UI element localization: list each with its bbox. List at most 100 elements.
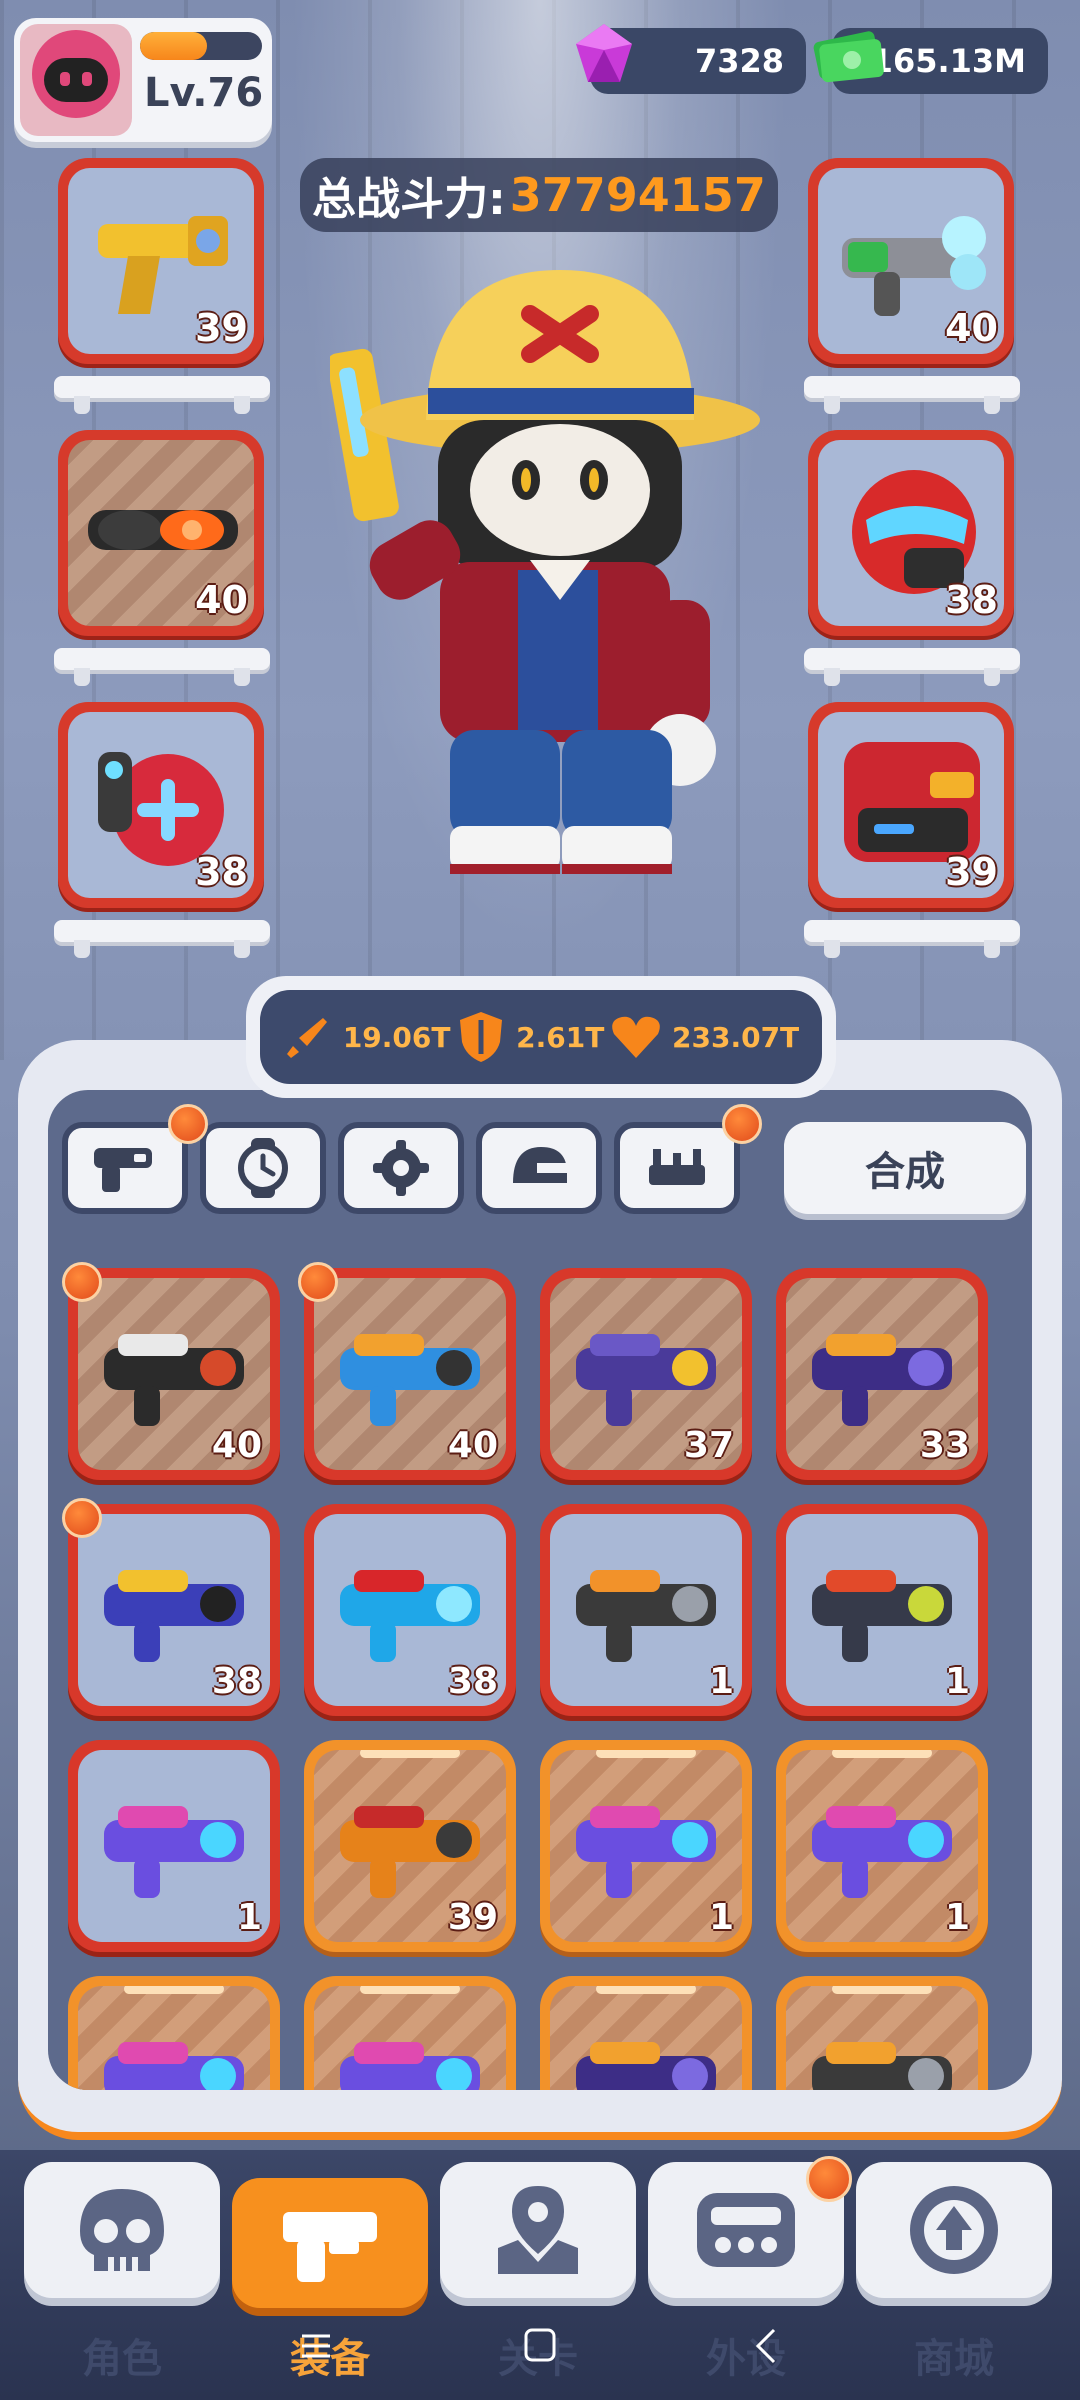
- item-level: 39: [447, 1897, 498, 1938]
- item-level: 1: [236, 1897, 262, 1938]
- item-level: 1: [944, 1897, 970, 1938]
- inventory-item-purple-jacket[interactable]: 37: [540, 1268, 752, 1480]
- gem-amount: 7328: [694, 42, 784, 80]
- inventory-item-purple-shotgun[interactable]: 38: [68, 1504, 280, 1716]
- map-pin-icon: [498, 2186, 578, 2274]
- defense-stat: 2.61T: [456, 1010, 604, 1064]
- equip-slot-secondary[interactable]: 40: [808, 158, 1014, 364]
- shelf: [804, 920, 1020, 958]
- slot-level: 40: [945, 306, 998, 350]
- attack-stat: 19.06T: [283, 1012, 451, 1062]
- inventory-item-sniper-rifle[interactable]: 1: [776, 1740, 988, 1952]
- inventory-item-sniper-rifle[interactable]: 1: [540, 1740, 752, 1952]
- slot-level: 38: [945, 578, 998, 622]
- item-level: 38: [211, 1661, 262, 1702]
- total-power: 总战斗力: 37794157: [300, 158, 778, 232]
- defense-value: 2.61T: [516, 1020, 605, 1054]
- item-level: 38: [447, 1661, 498, 1702]
- notification-dot: [722, 1104, 762, 1144]
- slot-level: 39: [945, 850, 998, 894]
- heart-icon: [612, 1016, 660, 1058]
- nav-character[interactable]: [24, 2162, 220, 2298]
- shield-icon: [460, 1012, 503, 1062]
- shelf: [804, 648, 1020, 686]
- gear-icon: [373, 1140, 429, 1196]
- notification-dot: [806, 2156, 852, 2202]
- inventory-item-jacket[interactable]: 40: [68, 1268, 280, 1480]
- armor-tab-icon: [649, 1149, 705, 1185]
- item-level: 40: [447, 1425, 498, 1466]
- inventory-item-blue-goggles[interactable]: 38: [304, 1504, 516, 1716]
- item-level: 1: [708, 1897, 734, 1938]
- gun-tab-icon: [94, 1148, 152, 1192]
- slot-level: 39: [195, 306, 248, 350]
- cash-icon: [813, 31, 884, 83]
- item-level: 40: [211, 1425, 262, 1466]
- cash-amount: 165.13M: [870, 42, 1026, 80]
- shop-icon: [910, 2186, 998, 2274]
- notification-dot: [298, 1262, 338, 1302]
- tab-helmet[interactable]: [476, 1122, 602, 1214]
- notification-dot: [62, 1498, 102, 1538]
- gem-icon: [576, 24, 632, 82]
- equipment-panel: 合成 40 40 37 33 38 38 1 1 1 39 1 1: [18, 1040, 1062, 2140]
- sniper-rifle-icon: [104, 2042, 244, 2090]
- xp-bar: [140, 32, 262, 60]
- player-level: Lv.76: [144, 70, 264, 116]
- inventory-item-sniper-rifle[interactable]: 1: [68, 1740, 280, 1952]
- player-profile[interactable]: Lv.76: [14, 18, 272, 142]
- menu-icon[interactable]: [296, 2326, 336, 2366]
- gem-counter[interactable]: 7328: [576, 24, 806, 94]
- inventory-item-sniper-rifle[interactable]: [304, 1976, 516, 2090]
- attack-value: 19.06T: [342, 1020, 451, 1054]
- stats-bar: 19.06T 2.61T 233.07T: [246, 976, 836, 1098]
- inventory-item-sniper-rifle[interactable]: [68, 1976, 280, 2090]
- merge-button[interactable]: 合成: [784, 1122, 1026, 1214]
- notification-dot: [62, 1262, 102, 1302]
- cash-counter[interactable]: 165.13M: [813, 28, 1048, 94]
- shelf: [804, 376, 1020, 414]
- inventory-item-purple-watch[interactable]: 33: [776, 1268, 988, 1480]
- nav-stages[interactable]: [440, 2162, 636, 2298]
- gamepad-icon: [697, 2193, 795, 2267]
- attack-icon: [286, 1018, 327, 1058]
- item-level: 1: [944, 1661, 970, 1702]
- inventory-item-purple-watch[interactable]: [540, 1976, 752, 2090]
- inventory-area: 合成 40 40 37 33 38 38 1 1 1 39 1 1: [48, 1090, 1032, 2090]
- slot-level: 38: [195, 850, 248, 894]
- item-level: 37: [683, 1425, 734, 1466]
- health-stat: 233.07T: [610, 1014, 799, 1060]
- power-value: 37794157: [509, 168, 766, 222]
- tab-gear[interactable]: [338, 1122, 464, 1214]
- inventory-item-gas-mask[interactable]: 1: [540, 1504, 752, 1716]
- equip-slot-goggles[interactable]: 40: [58, 430, 264, 636]
- gun-icon: [283, 2212, 377, 2282]
- back-icon[interactable]: [748, 2326, 784, 2366]
- tab-watch[interactable]: [200, 1122, 326, 1214]
- equip-slot-backpack[interactable]: 38: [58, 702, 264, 908]
- tab-armor[interactable]: [614, 1122, 740, 1214]
- equip-slot-weapon[interactable]: 39: [58, 158, 264, 364]
- inventory-item-orange-rifle[interactable]: 39: [304, 1740, 516, 1952]
- item-level: 1: [708, 1661, 734, 1702]
- shelf: [54, 376, 270, 414]
- nav-equipment[interactable]: [232, 2178, 428, 2308]
- avatar[interactable]: [20, 24, 132, 136]
- nav-shop[interactable]: [856, 2162, 1052, 2298]
- equip-slot-helmet[interactable]: 38: [808, 430, 1014, 636]
- system-nav-bar: [0, 2300, 1080, 2400]
- inventory-item-ammo-belt[interactable]: [776, 1976, 988, 2090]
- sniper-rifle-icon: [340, 2042, 480, 2090]
- home-icon[interactable]: [522, 2326, 558, 2366]
- power-label: 总战斗力:: [312, 174, 506, 225]
- shelf: [54, 648, 270, 686]
- equip-slot-armor[interactable]: 39: [808, 702, 1014, 908]
- item-level: 33: [919, 1425, 970, 1466]
- skull-icon: [80, 2189, 164, 2271]
- slot-level: 40: [195, 578, 248, 622]
- helmet-tab-icon: [513, 1147, 567, 1183]
- tab-weapon[interactable]: [62, 1122, 188, 1214]
- health-value: 233.07T: [672, 1020, 800, 1054]
- inventory-item-blue-pistol[interactable]: 40: [304, 1268, 516, 1480]
- inventory-item-dark-armor[interactable]: 1: [776, 1504, 988, 1716]
